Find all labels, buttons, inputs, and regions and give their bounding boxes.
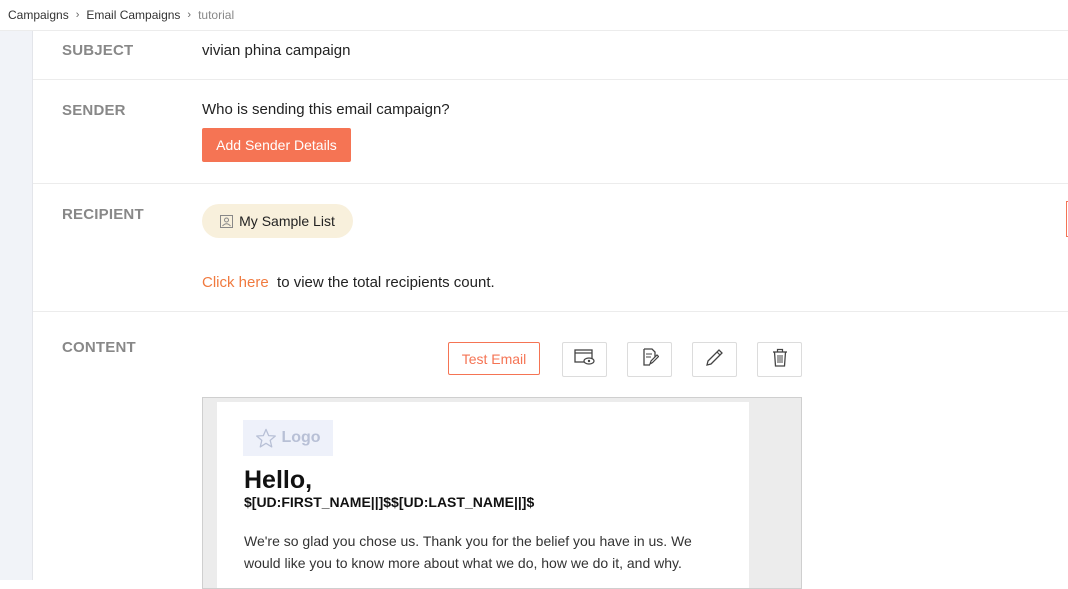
add-sender-details-button[interactable]: Add Sender Details [202, 128, 351, 162]
recipient-count-text: Click here to view the total recipients … [202, 274, 495, 291]
breadcrumb-campaigns[interactable]: Campaigns [8, 8, 69, 22]
sender-row: SENDER Who is sending this email campaig… [33, 80, 1068, 184]
trash-icon [772, 348, 788, 372]
logo-placeholder: Logo [243, 420, 333, 456]
subject-row: SUBJECT vivian phina campaign [33, 31, 1068, 80]
subject-value: vivian phina campaign [202, 42, 351, 59]
star-icon [255, 428, 277, 449]
sender-label: SENDER [62, 102, 126, 119]
campaign-details: SUBJECT vivian phina campaign SENDER Who… [33, 31, 1068, 589]
recipient-list-name: My Sample List [239, 213, 335, 229]
edit-text-icon [641, 348, 659, 371]
subject-label: SUBJECT [62, 42, 134, 59]
edit-button[interactable] [692, 342, 737, 377]
recipient-label: RECIPIENT [62, 206, 144, 223]
recipient-list-chip[interactable]: My Sample List [202, 204, 353, 238]
chevron-right-icon: › [187, 9, 192, 21]
breadcrumb: Campaigns › Email Campaigns › tutorial [8, 8, 234, 22]
email-preview: Logo Hello, $[UD:FIRST_NAME||]$$[UD:LAST… [202, 397, 802, 589]
merge-tags: $[UD:FIRST_NAME||]$$[UD:LAST_NAME||]$ [244, 494, 535, 510]
top-bar: Campaigns › Email Campaigns › tutorial [0, 0, 1068, 31]
recipient-count-suffix: to view the total recipients count. [277, 274, 495, 291]
preview-icon [573, 349, 596, 370]
edit-text-button[interactable] [627, 342, 672, 377]
breadcrumb-email-campaigns[interactable]: Email Campaigns [86, 8, 180, 22]
test-email-button[interactable]: Test Email [448, 342, 540, 375]
greeting: Hello, [244, 466, 313, 494]
email-body-text: We're so glad you chose us. Thank you fo… [244, 533, 692, 571]
chevron-right-icon: › [75, 9, 80, 21]
delete-button[interactable] [757, 342, 802, 377]
breadcrumb-current: tutorial [198, 8, 235, 22]
click-here-link[interactable]: Click here [202, 274, 269, 291]
logo-text: Logo [281, 429, 321, 446]
list-contact-icon [220, 214, 234, 228]
preview-button[interactable] [562, 342, 607, 377]
sender-prompt: Who is sending this email campaign? [202, 101, 450, 118]
content-label: CONTENT [62, 339, 136, 356]
left-sidebar [0, 31, 33, 580]
recipient-row: RECIPIENT Click here to view the total r… [33, 184, 1068, 312]
email-preview-body: Logo Hello, $[UD:FIRST_NAME||]$$[UD:LAST… [217, 402, 749, 588]
pencil-icon [705, 347, 725, 372]
